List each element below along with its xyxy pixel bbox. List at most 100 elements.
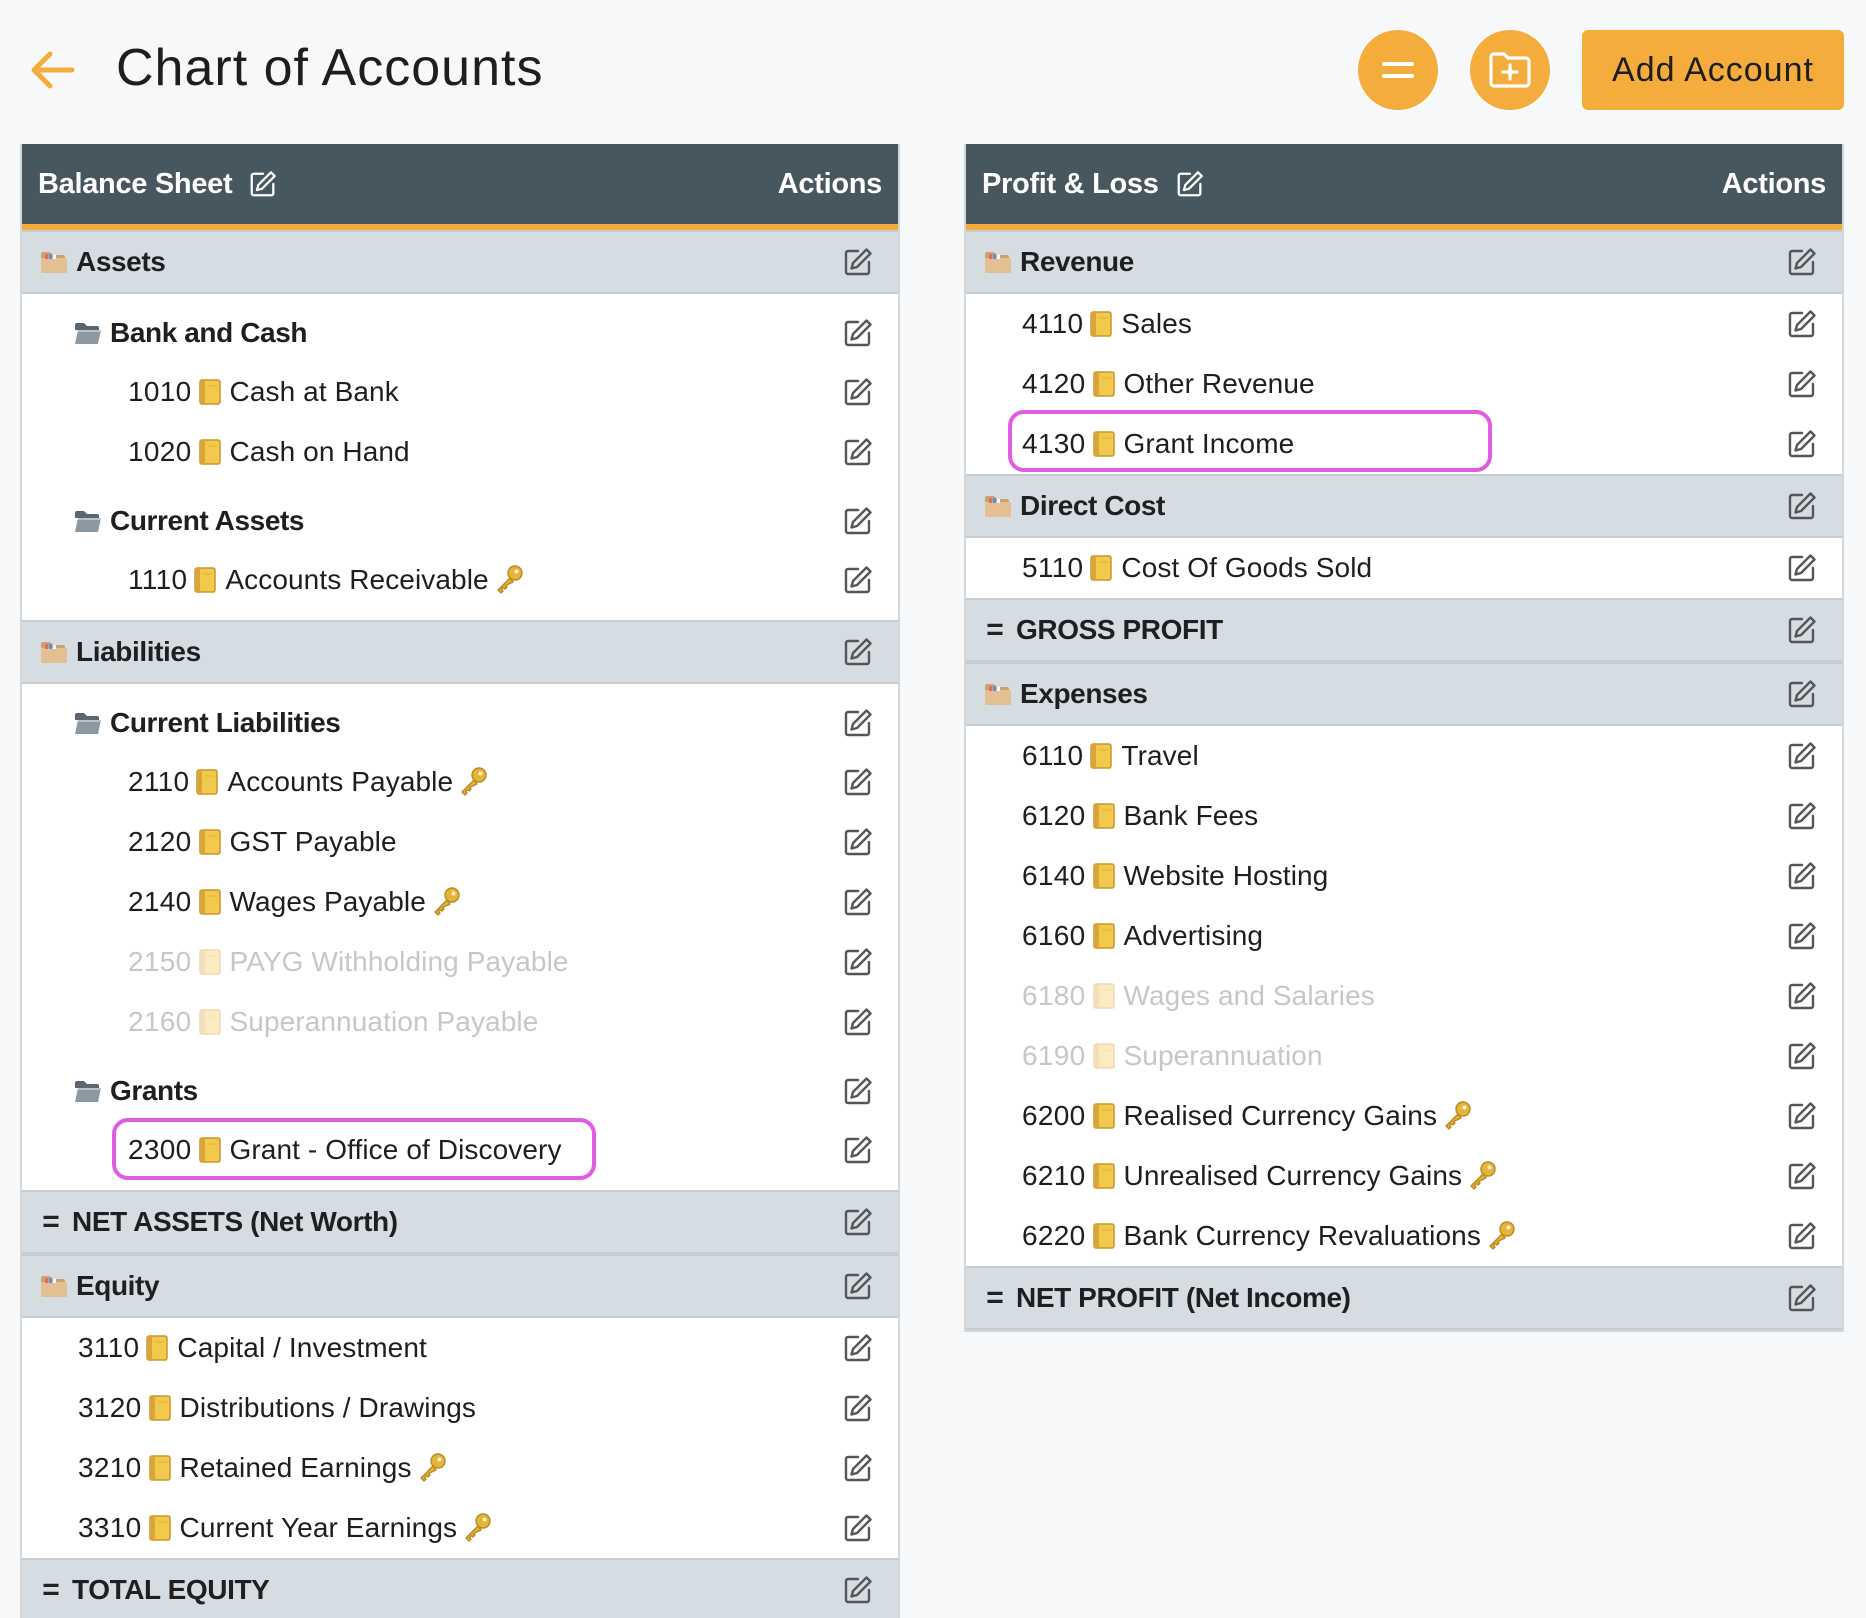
page-title: Chart of Accounts (116, 39, 544, 97)
edit-icon[interactable] (1786, 1282, 1818, 1314)
edit-icon[interactable] (842, 1134, 874, 1166)
edit-icon[interactable] (1786, 1040, 1818, 1072)
edit-icon[interactable] (1786, 552, 1818, 584)
account-row[interactable]: 1010 Cash at Bank (22, 362, 898, 422)
edit-icon[interactable] (1786, 920, 1818, 952)
account-name: Advertising (1123, 920, 1264, 951)
section-equity[interactable]: Equity (22, 1254, 898, 1318)
section-direct-cost[interactable]: Direct Cost (966, 474, 1842, 538)
account-row[interactable]: 2120 GST Payable (22, 812, 898, 872)
edit-icon[interactable] (248, 169, 278, 199)
account-row[interactable]: 6160 Advertising (966, 906, 1842, 966)
account-row[interactable]: 2140 Wages Payable (22, 872, 898, 932)
total-gross-profit[interactable]: = GROSS PROFIT (966, 598, 1842, 662)
key-icon (461, 1512, 493, 1544)
edit-icon[interactable] (842, 505, 874, 537)
edit-icon[interactable] (1786, 368, 1818, 400)
edit-icon[interactable] (842, 1332, 874, 1364)
account-row-inactive[interactable]: 2150 PAYG Withholding Payable (22, 932, 898, 992)
folder-icon (984, 682, 1012, 706)
add-account-button[interactable]: Add Account (1582, 30, 1844, 110)
edit-icon[interactable] (842, 707, 874, 739)
group-current-liabilities[interactable]: Current Liabilities (22, 694, 898, 752)
ledger-icon (198, 949, 222, 975)
edit-icon[interactable] (842, 1574, 874, 1606)
edit-icon[interactable] (842, 1512, 874, 1544)
edit-icon[interactable] (842, 1270, 874, 1302)
collapse-all-button[interactable] (1358, 30, 1438, 110)
edit-icon[interactable] (842, 436, 874, 468)
edit-icon[interactable] (1786, 740, 1818, 772)
edit-icon[interactable] (1175, 169, 1205, 199)
edit-icon[interactable] (842, 376, 874, 408)
account-row[interactable]: 2300 Grant - Office of Discovery (22, 1118, 898, 1180)
total-net-assets[interactable]: = NET ASSETS (Net Worth) (22, 1190, 898, 1254)
account-row[interactable]: 4120 Other Revenue (966, 354, 1842, 414)
ledger-icon (198, 1137, 222, 1163)
account-row[interactable]: 6110 Travel (966, 726, 1842, 786)
edit-icon[interactable] (842, 826, 874, 858)
account-row[interactable]: 1110 Accounts Receivable (22, 550, 898, 610)
edit-icon[interactable] (842, 317, 874, 349)
account-row[interactable]: 6120 Bank Fees (966, 786, 1842, 846)
edit-icon[interactable] (1786, 860, 1818, 892)
section-revenue[interactable]: Revenue (966, 230, 1842, 294)
account-row-inactive[interactable]: 6190 Superannuation (966, 1026, 1842, 1086)
account-row-inactive[interactable]: 6180 Wages and Salaries (966, 966, 1842, 1026)
edit-icon[interactable] (842, 886, 874, 918)
back-arrow-icon[interactable] (24, 42, 80, 98)
folder-icon (984, 494, 1012, 518)
total-net-profit[interactable]: = NET PROFIT (Net Income) (966, 1266, 1842, 1330)
add-folder-button[interactable] (1470, 30, 1550, 110)
account-row[interactable]: 1020 Cash on Hand (22, 422, 898, 482)
edit-icon[interactable] (1786, 1100, 1818, 1132)
account-row[interactable]: 3210 Retained Earnings (22, 1438, 898, 1498)
edit-icon[interactable] (842, 636, 874, 668)
folder-icon (40, 250, 68, 274)
edit-icon[interactable] (1786, 1220, 1818, 1252)
account-row[interactable]: 3310 Current Year Earnings (22, 1498, 898, 1558)
group-bank-and-cash[interactable]: Bank and Cash (22, 304, 898, 362)
account-row[interactable]: 3120 Distributions / Drawings (22, 1378, 898, 1438)
account-row[interactable]: 4110 Sales (966, 294, 1842, 354)
edit-icon[interactable] (842, 564, 874, 596)
edit-icon[interactable] (1786, 308, 1818, 340)
edit-icon[interactable] (842, 246, 874, 278)
balance-sheet-panel: Balance Sheet Actions Assets Bank and Ca… (20, 144, 900, 1618)
edit-icon[interactable] (842, 1206, 874, 1238)
edit-icon[interactable] (842, 946, 874, 978)
section-assets[interactable]: Assets (22, 230, 898, 294)
edit-icon[interactable] (1786, 428, 1818, 460)
account-row[interactable]: 6220 Bank Currency Revaluations (966, 1206, 1842, 1266)
account-row[interactable]: 4130 Grant Income (966, 410, 1842, 474)
account-row[interactable]: 6210 Unrealised Currency Gains (966, 1146, 1842, 1206)
account-row[interactable]: 5110 Cost Of Goods Sold (966, 538, 1842, 598)
equals-icon (1382, 62, 1414, 78)
edit-icon[interactable] (1786, 490, 1818, 522)
group-grants[interactable]: Grants (22, 1062, 898, 1120)
edit-icon[interactable] (1786, 678, 1818, 710)
account-row[interactable]: 6200 Realised Currency Gains (966, 1086, 1842, 1146)
account-row[interactable]: 6140 Website Hosting (966, 846, 1842, 906)
section-label: Revenue (1020, 246, 1134, 277)
section-liabilities[interactable]: Liabilities (22, 620, 898, 684)
key-icon (1485, 1220, 1517, 1252)
edit-icon[interactable] (1786, 800, 1818, 832)
account-row[interactable]: 2110 Accounts Payable (22, 752, 898, 812)
edit-icon[interactable] (842, 1075, 874, 1107)
account-code: 2120 (128, 826, 192, 857)
total-equity[interactable]: = TOTAL EQUITY (22, 1558, 898, 1618)
edit-icon[interactable] (1786, 614, 1818, 646)
edit-icon[interactable] (842, 1452, 874, 1484)
edit-icon[interactable] (842, 1006, 874, 1038)
edit-icon[interactable] (842, 766, 874, 798)
account-row-inactive[interactable]: 2160 Superannuation Payable (22, 992, 898, 1052)
account-code: 6120 (1022, 800, 1086, 831)
edit-icon[interactable] (842, 1392, 874, 1424)
edit-icon[interactable] (1786, 980, 1818, 1012)
account-row[interactable]: 3110 Capital / Investment (22, 1318, 898, 1378)
edit-icon[interactable] (1786, 1160, 1818, 1192)
edit-icon[interactable] (1786, 246, 1818, 278)
section-expenses[interactable]: Expenses (966, 662, 1842, 726)
group-current-assets[interactable]: Current Assets (22, 492, 898, 550)
